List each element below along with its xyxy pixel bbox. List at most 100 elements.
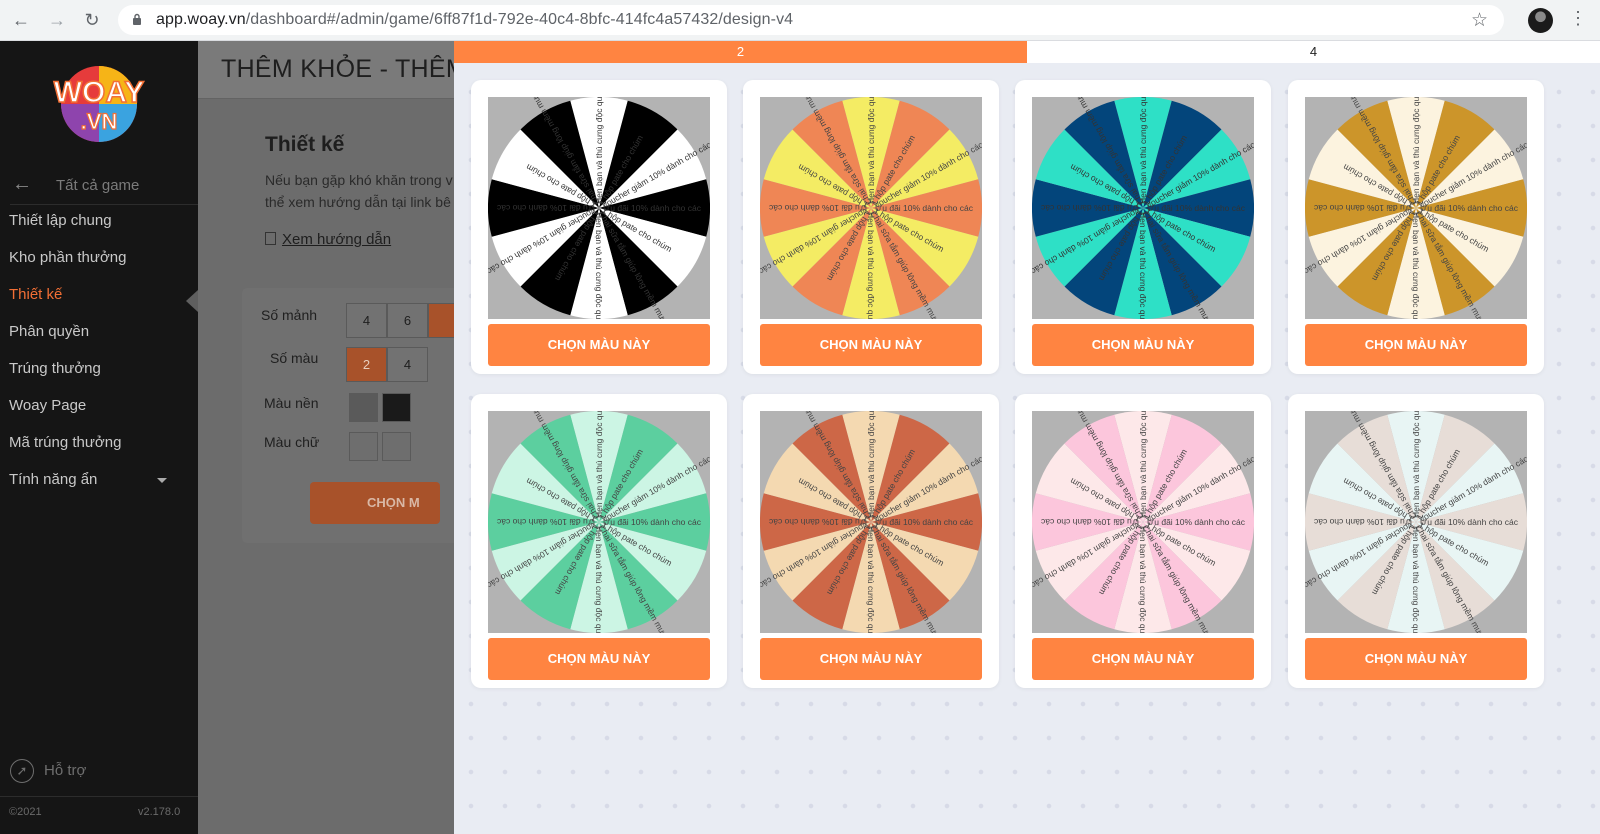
wheel-svg: Hẹn bạn và thú cưng độc quyền của1 hộp p… [1305, 411, 1527, 633]
sidebar-item-winners[interactable]: Trúng thưởng [9, 360, 189, 377]
choose-color-button[interactable]: CHỌN MÀU NÀY [1032, 638, 1254, 680]
wheel-segment-label: Ưu đãi 10% dành cho các [768, 203, 867, 213]
url-path: /dashboard#/admin/game/6ff87f1d-792e-40c… [245, 11, 794, 28]
color-count-tabs: 2 4 [454, 41, 1600, 63]
wheel-segment-label: Hẹn bạn và thú cưng độc quyền của [1138, 212, 1148, 319]
wheel-segment-label: Hẹn bạn và thú cưng độc quyền của [1411, 526, 1421, 633]
wheel-segment-label: Hẹn bạn và thú cưng độc quyền của [866, 411, 876, 518]
back-to-all-games[interactable]: ← Tất cả game [10, 169, 198, 205]
compass-icon: ➚ [10, 759, 34, 783]
wheel-segment-label: Ưu đãi 10% dành cho các [1040, 203, 1139, 213]
document-icon [265, 232, 276, 245]
wheel-segment-label: Hẹn bạn và thú cưng độc quyền của [1411, 212, 1421, 319]
background-color-swatch-2[interactable] [382, 393, 411, 422]
description-line-2: thể xem hướng dẫn tại link bê [265, 194, 451, 210]
choose-color-button[interactable]: CHỌN MÀU NÀY [488, 324, 710, 366]
choose-color-button[interactable]: CHỌN MÀU NÀY [488, 638, 710, 680]
text-color-swatch-2[interactable] [382, 432, 411, 461]
choose-color-button[interactable]: CHỌN MÀU NÀY [1032, 324, 1254, 366]
wheel-card: Hẹn bạn và thú cưng độc quyền của 1 hộp p… [1015, 80, 1271, 374]
wheel-svg: Hẹn bạn và thú cưng độc quyền của1 hộp p… [760, 411, 982, 633]
sidebar-item-general-settings[interactable]: Thiết lập chung [9, 212, 189, 229]
wheel-preview: Hẹn bạn và thú cưng độc quyền của 1 hộp p… [488, 97, 710, 319]
text-color-label: Màu chữ [264, 434, 320, 450]
reload-icon[interactable]: ↻ [81, 9, 103, 31]
back-arrow-icon[interactable]: ← [10, 9, 32, 31]
text-color-swatch-1[interactable] [349, 432, 378, 461]
wheel-svg: Hẹn bạn và thú cưng độc quyền của1 hộp p… [488, 97, 710, 319]
wheel-segment-label: Hẹn bạn và thú cưng độc quyền của [866, 212, 876, 319]
wheel-segment-label: Ưu đãi 10% dành cho các [496, 517, 595, 527]
wheel-segment-label: Hẹn bạn và thú cưng độc quyền của [1138, 526, 1148, 633]
wheel-segment-label: Hẹn bạn và thú cưng độc quyền của [1138, 97, 1148, 204]
wheel-svg: Hẹn bạn và thú cưng độc quyền của1 hộp p… [488, 411, 710, 633]
back-label: Tất cả game [56, 177, 140, 194]
wheel-segment-label: Ưu đãi 10% dành cho các [875, 517, 974, 527]
wheel-segment-label: Ưu đãi 10% dành cho các [1420, 203, 1519, 213]
colors-option-4[interactable]: 4 [387, 347, 428, 382]
wheel-card: Hẹn bạn và thú cưng độc quyền của 1 hộp p… [1288, 80, 1544, 374]
sidebar-footer: ©2021 v2.178.0 [0, 796, 198, 834]
wheel-segment-label: Ưu đãi 10% dành cho các [1040, 517, 1139, 527]
sidebar-item-design[interactable]: Thiết kế [9, 286, 189, 303]
wheel-preview: Hẹn bạn và thú cưng độc quyền của 1 hộp p… [1032, 97, 1254, 319]
wheel-svg: Hẹn bạn và thú cưng độc quyền của1 hộp p… [1032, 97, 1254, 319]
wheel-segment-label: Hẹn bạn và thú cưng độc quyền của [1411, 411, 1421, 518]
description-line-1: Nếu bạn gặp khó khăn trong v [265, 172, 453, 188]
color-picker-modal: 2 4 Hẹn bạn và thú cưng độc quyền của 1 h… [454, 41, 1600, 834]
version: v2.178.0 [138, 806, 181, 818]
forward-arrow-icon[interactable]: → [46, 9, 68, 31]
wheel-segment-label: Ưu đãi 10% dành cho các [768, 517, 867, 527]
wheel-segment-label: Hẹn bạn và thú cưng độc quyền của [1138, 411, 1148, 518]
pieces-option-6[interactable]: 6 [387, 303, 428, 338]
tab-2-colors[interactable]: 2 [454, 41, 1027, 63]
pieces-option-4[interactable]: 4 [346, 303, 387, 338]
choose-color-button[interactable]: CHỌN MÀU NÀY [1305, 324, 1527, 366]
page-header: THÊM KHỎE - THÊM C [198, 41, 454, 99]
guide-link-label: Xem hướng dẫn [282, 231, 392, 248]
profile-avatar[interactable] [1528, 8, 1553, 33]
woay-logo[interactable]: WOAY .VN [44, 59, 154, 145]
section-title: Thiết kế [265, 133, 345, 156]
colors-option-2[interactable]: 2 [346, 347, 387, 382]
sidebar-item-winning-codes[interactable]: Mã trúng thưởng [9, 434, 189, 451]
copyright: ©2021 [9, 806, 42, 818]
url-text: app.woay.vn/dashboard#/admin/game/6ff87f… [156, 11, 793, 29]
wheel-segment-label: Hẹn bạn và thú cưng độc quyền của [594, 526, 604, 633]
star-icon[interactable]: ☆ [1471, 9, 1488, 32]
section-description: Nếu bạn gặp khó khăn trong v thể xem hướ… [265, 169, 454, 213]
sidebar-item-rewards[interactable]: Kho phần thưởng [9, 249, 189, 266]
wheel-card: Hẹn bạn và thú cưng độc quyền của 1 hộp p… [1288, 394, 1544, 688]
choose-color-button[interactable]: CHỌN MÀU NÀY [760, 638, 982, 680]
choose-color-button[interactable]: CHỌN MÀU NÀY [1305, 638, 1527, 680]
choose-color-button[interactable]: CHỌN MÀU NÀY [760, 324, 982, 366]
wheel-preview: Hẹn bạn và thú cưng độc quyền của 1 hộp p… [1305, 97, 1527, 319]
background-color-swatch-1[interactable] [349, 393, 378, 422]
support-label: Hỗ trợ [44, 762, 87, 779]
sidebar-item-permissions[interactable]: Phân quyền [9, 323, 189, 340]
page-title: THÊM KHỎE - THÊM C [221, 55, 454, 83]
sidebar-item-woay-page[interactable]: Woay Page [9, 397, 189, 414]
address-bar[interactable]: app.woay.vn/dashboard#/admin/game/6ff87f… [118, 5, 1504, 35]
wheel-card: Hẹn bạn và thú cưng độc quyền của 1 hộp p… [471, 80, 727, 374]
url-host: app.woay.vn [156, 11, 246, 28]
wheel-svg: Hẹn bạn và thú cưng độc quyền của1 hộp p… [1305, 97, 1527, 319]
tab-4-colors[interactable]: 4 [1027, 41, 1600, 63]
chevron-down-icon[interactable] [157, 478, 167, 483]
pieces-label: Số mảnh [261, 307, 318, 323]
choose-button-background[interactable]: CHỌN M [310, 482, 440, 524]
menu-dots-icon[interactable]: ⋮ [1568, 8, 1588, 29]
sidebar: WOAY .VN ← Tất cả game Thiết lập chung K… [0, 41, 198, 834]
wheel-segment-label: Hẹn bạn và thú cưng độc quyền của [594, 411, 604, 518]
lock-icon [133, 13, 141, 25]
wheel-preview: Hẹn bạn và thú cưng độc quyền của 1 hộp p… [1032, 411, 1254, 633]
colors-count-label: Số màu [270, 350, 319, 366]
wheel-svg: Hẹn bạn và thú cưng độc quyền của1 hộp p… [1032, 411, 1254, 633]
wheel-segment-label: Ưu đãi 10% dành cho các [1313, 203, 1412, 213]
browser-toolbar: ← → ↻ app.woay.vn/dashboard#/admin/game/… [0, 0, 1600, 41]
svg-text:WOAY: WOAY [54, 76, 145, 109]
wheel-segment-label: Ưu đãi 10% dành cho các [1420, 517, 1519, 527]
guide-link[interactable]: Xem hướng dẫn [265, 231, 391, 248]
wheel-segment-label: Ưu đãi 10% dành cho các [496, 203, 595, 213]
pieces-option-selected[interactable] [428, 303, 454, 338]
